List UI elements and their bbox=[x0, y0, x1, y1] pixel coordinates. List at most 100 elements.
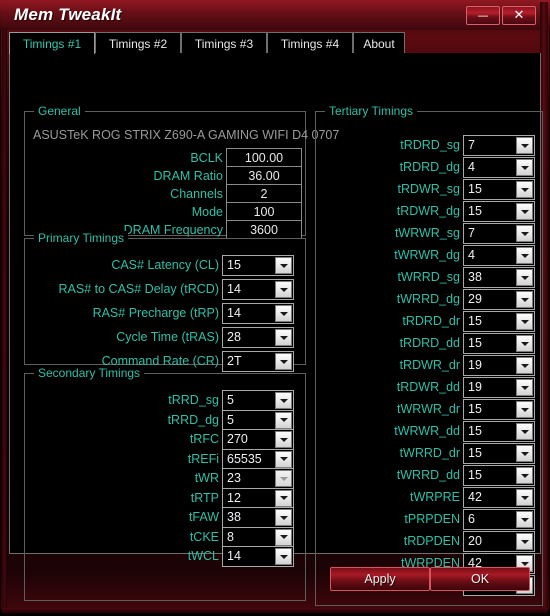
combobox[interactable]: 15 bbox=[463, 311, 535, 332]
combobox-dropdown-button[interactable] bbox=[275, 392, 292, 409]
close-button[interactable]: ✕ bbox=[502, 6, 536, 25]
combobox[interactable]: 14 bbox=[222, 279, 294, 300]
combobox[interactable]: 6 bbox=[463, 509, 535, 530]
row-label: tRDWR_dg bbox=[396, 204, 460, 218]
row-label: tCKE bbox=[189, 529, 219, 544]
combobox[interactable]: 20 bbox=[463, 531, 535, 552]
row-label: tFAW bbox=[188, 510, 219, 524]
combobox-dropdown-button[interactable] bbox=[516, 445, 533, 462]
combobox[interactable]: 7 bbox=[463, 135, 535, 156]
apply-button[interactable]: Apply bbox=[330, 567, 430, 591]
row-label: tRDWR_dr bbox=[399, 358, 460, 372]
combobox-dropdown-button[interactable] bbox=[275, 411, 292, 429]
combobox-value: 7 bbox=[468, 226, 475, 240]
group-general-label: General bbox=[34, 104, 85, 118]
combobox-dropdown-button[interactable] bbox=[516, 137, 533, 154]
tab-label: Timings #4 bbox=[280, 36, 340, 51]
group-secondary-timings: Secondary Timings tRRD_sg 5 tRRD_dg 5 tRFC 27… bbox=[24, 366, 306, 601]
combobox[interactable]: 2T bbox=[222, 351, 294, 372]
combobox[interactable]: 5 bbox=[222, 390, 294, 411]
combobox-dropdown-button[interactable] bbox=[275, 431, 292, 448]
tab-timings-2[interactable]: Timings #2 bbox=[95, 32, 181, 54]
combobox[interactable]: 15 bbox=[463, 179, 535, 200]
titlebar[interactable]: Mem TweakIt — ✕ bbox=[3, 2, 547, 29]
combobox-dropdown-button[interactable] bbox=[516, 357, 533, 374]
combobox-dropdown-button[interactable] bbox=[275, 305, 292, 322]
combobox[interactable]: 15 bbox=[463, 465, 535, 486]
row-label: tRRD_sg bbox=[168, 393, 219, 407]
combobox[interactable]: 14 bbox=[222, 546, 294, 567]
tab-about[interactable]: About bbox=[353, 32, 405, 54]
combobox-dropdown-button[interactable] bbox=[516, 489, 533, 506]
row-label: tRDRD_sg bbox=[400, 138, 460, 152]
chevron-down-icon bbox=[279, 515, 288, 520]
combobox[interactable]: 65535 bbox=[222, 448, 294, 470]
combobox-dropdown-button[interactable] bbox=[275, 470, 292, 487]
chevron-down-icon bbox=[520, 473, 529, 478]
combobox-value: 14 bbox=[227, 306, 241, 320]
combobox-dropdown-button[interactable] bbox=[516, 313, 533, 330]
combobox-dropdown-button[interactable] bbox=[275, 329, 292, 346]
combobox-dropdown-button[interactable] bbox=[275, 281, 292, 298]
row-twrrd-dr: tWRRD_dr 15 bbox=[316, 443, 542, 464]
close-icon: ✕ bbox=[513, 8, 525, 23]
combobox[interactable]: 15 bbox=[463, 333, 535, 354]
combobox[interactable]: 12 bbox=[222, 487, 294, 509]
combobox-dropdown-button[interactable] bbox=[516, 159, 533, 176]
combobox[interactable]: 28 bbox=[222, 327, 294, 348]
combobox-dropdown-button[interactable] bbox=[516, 225, 533, 242]
combobox[interactable]: 42 bbox=[463, 487, 535, 508]
combobox[interactable]: 23 bbox=[222, 468, 294, 489]
combobox-dropdown-button[interactable] bbox=[275, 257, 292, 274]
tab-timings-1[interactable]: Timings #1 bbox=[9, 32, 95, 54]
combobox[interactable]: 14 bbox=[222, 303, 294, 324]
combobox[interactable]: 15 bbox=[463, 201, 535, 222]
row-label: tWCL bbox=[187, 549, 219, 563]
window-bottom-edge bbox=[2, 608, 548, 614]
combobox[interactable]: 38 bbox=[222, 507, 294, 528]
combobox-dropdown-button[interactable] bbox=[516, 181, 533, 198]
combobox[interactable]: 4 bbox=[463, 245, 535, 266]
combobox-dropdown-button[interactable] bbox=[516, 247, 533, 264]
combobox[interactable]: 5 bbox=[222, 409, 294, 431]
combobox-dropdown-button[interactable] bbox=[275, 528, 292, 546]
combobox-dropdown-button[interactable] bbox=[516, 291, 533, 308]
chevron-down-icon bbox=[520, 539, 529, 544]
combobox-value: 20 bbox=[468, 534, 482, 548]
combobox-dropdown-button[interactable] bbox=[516, 269, 533, 286]
combobox-dropdown-button[interactable] bbox=[275, 548, 292, 565]
row-bclk: BCLK 100.00 bbox=[25, 148, 305, 168]
combobox-dropdown-button[interactable] bbox=[516, 467, 533, 484]
combobox[interactable]: 15 bbox=[463, 443, 535, 464]
combobox-dropdown-button[interactable] bbox=[516, 401, 533, 418]
combobox[interactable]: 8 bbox=[222, 526, 294, 548]
combobox[interactable]: 15 bbox=[463, 399, 535, 420]
combobox-dropdown-button[interactable] bbox=[275, 489, 292, 507]
combobox-dropdown-button[interactable] bbox=[275, 450, 292, 468]
combobox[interactable]: 29 bbox=[463, 289, 535, 310]
tab-bar[interactable]: Timings #1 Timings #2 Timings #3 Timings #4… bbox=[9, 32, 541, 54]
row-label: tRDWR_dd bbox=[396, 380, 460, 394]
combobox-dropdown-button[interactable] bbox=[516, 511, 533, 528]
ok-button[interactable]: OK bbox=[430, 567, 530, 591]
combobox[interactable]: 19 bbox=[463, 355, 535, 376]
minimize-button[interactable]: — bbox=[466, 6, 500, 25]
row-label: tPRPDEN bbox=[404, 512, 460, 526]
combobox-dropdown-button[interactable] bbox=[275, 353, 292, 370]
combobox-dropdown-button[interactable] bbox=[516, 203, 533, 220]
tab-timings-3[interactable]: Timings #3 bbox=[181, 32, 267, 54]
combobox[interactable]: 4 bbox=[463, 157, 535, 178]
combobox[interactable]: 15 bbox=[463, 421, 535, 442]
combobox[interactable]: 19 bbox=[463, 377, 535, 398]
combobox-dropdown-button[interactable] bbox=[275, 509, 292, 526]
combobox-dropdown-button[interactable] bbox=[516, 533, 533, 550]
combobox-dropdown-button[interactable] bbox=[516, 335, 533, 352]
combobox[interactable]: 15 bbox=[222, 255, 294, 276]
combobox-dropdown-button[interactable] bbox=[516, 379, 533, 396]
combobox[interactable]: 38 bbox=[463, 267, 535, 288]
tab-timings-4[interactable]: Timings #4 bbox=[267, 32, 353, 54]
combobox[interactable]: 7 bbox=[463, 223, 535, 244]
combobox[interactable]: 270 bbox=[222, 429, 294, 450]
combobox-dropdown-button[interactable] bbox=[516, 423, 533, 440]
chevron-down-icon bbox=[520, 363, 529, 368]
